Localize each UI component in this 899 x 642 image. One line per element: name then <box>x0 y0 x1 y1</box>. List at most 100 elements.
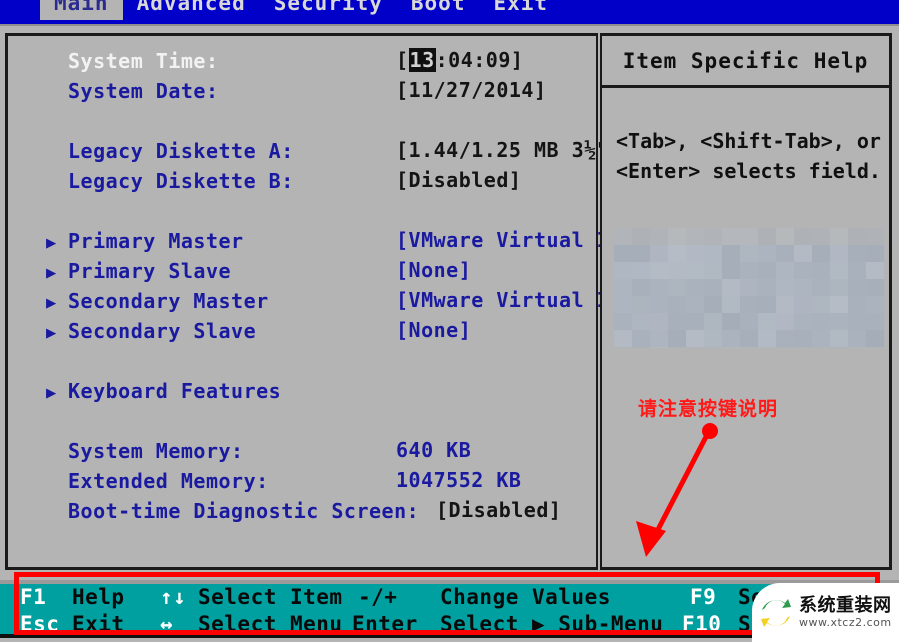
setting-value[interactable]: 640 KB <box>396 438 471 462</box>
setting-label: Secondary Slave <box>68 319 257 343</box>
mosaic-cell <box>830 313 848 330</box>
setting-value[interactable]: [VMware Virtual ID] <box>396 288 634 312</box>
mosaic-cell <box>668 279 686 296</box>
mosaic-cell <box>794 296 812 313</box>
mosaic-cell <box>830 262 848 279</box>
help-panel-body: <Tab>, <Shift-Tab>, or <Enter> selects f… <box>602 88 889 186</box>
mosaic-cell <box>776 228 794 245</box>
mosaic-cell <box>848 228 866 245</box>
tab-main[interactable]: Main <box>40 0 123 20</box>
setting-row[interactable]: ▶ Keyboard Features <box>46 378 594 408</box>
setting-row[interactable]: Extended Memory: 1047552 KB <box>46 468 594 498</box>
setting-row[interactable]: ▶ Primary Master [VMware Virtual ID] <box>46 228 634 258</box>
setting-value[interactable]: [13:04:09] <box>396 48 523 72</box>
row-bullet-placeholder <box>46 168 68 198</box>
fnbar-action-label[interactable]: Change Values <box>440 584 611 611</box>
setting-row[interactable]: ▶ Primary Slave [None] <box>46 258 594 288</box>
mosaic-cell <box>794 347 812 348</box>
mosaic-cell <box>812 228 830 245</box>
setting-label: Keyboard Features <box>68 379 282 403</box>
watermark-site-url: www.xtcz2.com <box>799 615 892 629</box>
mosaic-cell <box>812 296 830 313</box>
setting-value[interactable]: [Disabled] <box>396 168 521 192</box>
mosaic-cell <box>776 330 794 347</box>
mosaic-cell <box>740 330 758 347</box>
fnbar-key[interactable]: F9 <box>690 584 716 611</box>
main-settings-panel: System Time: [13:04:09] System Date: [11/2… <box>5 33 634 570</box>
mosaic-cell <box>740 245 758 262</box>
setting-row[interactable]: Legacy Diskette A: [1.44/1.25 MB 3½"] <box>46 138 621 168</box>
mosaic-cell <box>722 228 740 245</box>
mosaic-cell <box>776 313 794 330</box>
mosaic-cell <box>614 245 632 262</box>
setting-value[interactable]: [1.44/1.25 MB 3½"] <box>396 138 622 162</box>
mosaic-cell <box>740 347 758 348</box>
mosaic-cell <box>704 245 722 262</box>
mosaic-cell <box>866 228 884 245</box>
mosaic-cell <box>830 245 848 262</box>
mosaic-cell <box>668 296 686 313</box>
setting-row[interactable]: ▶ Secondary Master [VMware Virtual ID] <box>46 288 634 318</box>
fnbar-action-label[interactable]: -/+ <box>358 584 397 611</box>
recycle-arrows-icon <box>758 595 794 631</box>
mosaic-cell <box>776 279 794 296</box>
mosaic-cell <box>740 262 758 279</box>
mosaic-cell <box>740 296 758 313</box>
setting-value[interactable]: [VMware Virtual ID] <box>396 228 634 252</box>
setting-value[interactable]: [Disabled] <box>436 498 561 522</box>
mosaic-cell <box>722 347 740 348</box>
setting-value[interactable]: [11/27/2014] <box>396 78 547 102</box>
mosaic-cell <box>650 296 668 313</box>
setting-value[interactable]: 1047552 KB <box>396 468 521 492</box>
settings-spacer <box>46 348 594 378</box>
mosaic-cell <box>758 245 776 262</box>
mosaic-cell <box>614 347 632 348</box>
settings-spacer <box>46 108 594 138</box>
mosaic-cell <box>650 262 668 279</box>
fnbar-action-label[interactable]: Help <box>72 584 125 611</box>
mosaic-cell <box>848 347 866 348</box>
mosaic-cell <box>740 313 758 330</box>
watermark-text: 系统重装网 www.xtcz2.com <box>799 596 892 629</box>
fnbar-key[interactable]: F1 <box>20 584 46 611</box>
setting-label: Legacy Diskette B: <box>68 169 294 193</box>
fnbar-action-label[interactable]: Select Item <box>198 584 343 611</box>
submenu-triangle-icon: ▶ <box>46 293 57 313</box>
mosaic-cell <box>632 313 650 330</box>
mosaic-cell <box>848 313 866 330</box>
mosaic-cell <box>704 262 722 279</box>
setting-row[interactable]: Legacy Diskette B: [Disabled] <box>46 168 594 198</box>
setting-row[interactable]: System Date: [11/27/2014] <box>46 78 594 108</box>
setting-row[interactable]: System Time: [13:04:09] <box>46 48 594 78</box>
mosaic-cell <box>632 296 650 313</box>
mosaic-cell <box>848 245 866 262</box>
row-bullet-placeholder <box>46 48 68 78</box>
tab-boot[interactable]: Boot <box>397 0 480 20</box>
mosaic-cell <box>848 330 866 347</box>
mosaic-cell <box>650 245 668 262</box>
mosaic-cell <box>668 245 686 262</box>
mosaic-cell <box>758 228 776 245</box>
setting-row[interactable]: ▶ Secondary Slave [None] <box>46 318 594 348</box>
mosaic-cell <box>758 296 776 313</box>
mosaic-cell <box>704 228 722 245</box>
setting-label: System Date: <box>68 79 219 103</box>
setting-row[interactable]: System Memory: 640 KB <box>46 438 594 468</box>
mosaic-cell <box>668 347 686 348</box>
mosaic-cell <box>776 347 794 348</box>
tab-exit[interactable]: Exit <box>479 0 562 20</box>
mosaic-cell <box>758 330 776 347</box>
settings-list: System Time: [13:04:09] System Date: [11/2… <box>46 48 634 528</box>
fnbar-key[interactable]: ↑↓ <box>160 584 186 611</box>
settings-spacer <box>46 198 594 228</box>
mosaic-cell <box>758 262 776 279</box>
setting-row[interactable]: Boot-time Diagnostic Screen: [Disabled] <box>46 498 594 528</box>
mosaic-cell <box>812 245 830 262</box>
mosaic-cell <box>686 279 704 296</box>
mosaic-cell <box>632 245 650 262</box>
setting-value[interactable]: [None] <box>396 258 471 282</box>
tab-security[interactable]: Security <box>260 0 397 20</box>
tab-advanced[interactable]: Advanced <box>123 0 260 20</box>
submenu-triangle-icon: ▶ <box>46 383 57 403</box>
setting-value[interactable]: [None] <box>396 318 471 342</box>
